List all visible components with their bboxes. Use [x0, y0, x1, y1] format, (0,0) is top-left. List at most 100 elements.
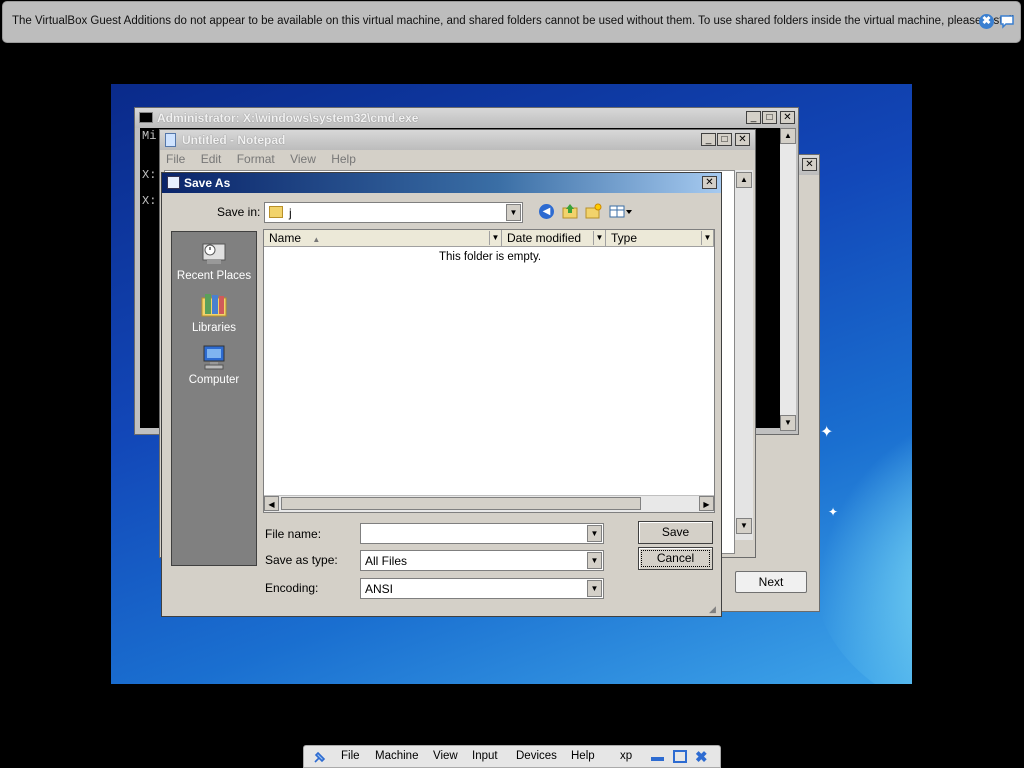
up-folder-icon[interactable]	[562, 203, 578, 219]
scroll-left-icon[interactable]: ◀	[264, 496, 279, 511]
menu-file[interactable]: File	[166, 152, 185, 166]
save-as-type-label: Save as type:	[265, 553, 338, 567]
chevron-down-icon[interactable]: ▼	[701, 231, 713, 245]
notepad-scrollbar[interactable]: ▲ ▼	[735, 170, 753, 540]
console-line: Mi	[142, 129, 157, 143]
column-header-type[interactable]: Type ▼	[606, 230, 714, 247]
console-line: X:	[142, 168, 157, 182]
setup-close-icon[interactable]: ✕	[802, 158, 817, 171]
menu-view[interactable]: View	[290, 152, 316, 166]
vbox-menu-view[interactable]: View	[433, 750, 458, 762]
scroll-down-icon[interactable]: ▼	[736, 518, 752, 534]
notification-text: The VirtualBox Guest Additions do not ap…	[12, 15, 1014, 27]
vbox-menu-machine[interactable]: Machine	[375, 750, 418, 762]
notepad-titlebar: Untitled - Notepad _ □ ✕	[160, 130, 755, 150]
column-header-date-modified[interactable]: Date modified ▼	[502, 230, 606, 247]
notification-message-icon[interactable]	[999, 14, 1015, 29]
scroll-thumb[interactable]	[281, 497, 641, 510]
save-as-dialog: Save As ✕ Save in: j ▼ ◀ Recent Places L…	[161, 172, 722, 617]
console-line: X:	[142, 194, 157, 208]
column-date-label: Date modified	[507, 231, 582, 245]
scroll-up-icon[interactable]: ▲	[736, 172, 752, 188]
notification-close-icon[interactable]: ✖	[979, 14, 994, 29]
new-folder-icon[interactable]	[585, 203, 602, 219]
recent-places-label: Recent Places	[176, 270, 252, 282]
column-name-label: Name	[269, 231, 302, 245]
place-computer[interactable]: Computer	[172, 342, 256, 386]
save-as-title: Save As	[184, 176, 231, 190]
folder-icon	[269, 206, 283, 218]
libraries-icon	[201, 294, 227, 317]
cmd-close-icon[interactable]: ✕	[780, 111, 795, 124]
notepad-minimize-icon[interactable]: _	[701, 133, 716, 146]
save-as-titlebar: Save As ✕	[162, 173, 721, 193]
wallpaper-glow	[811, 414, 912, 684]
resize-grip-icon[interactable]: ◢	[709, 604, 719, 614]
save-as-close-icon[interactable]: ✕	[702, 176, 717, 189]
guest-additions-notification: The VirtualBox Guest Additions do not ap…	[2, 1, 1021, 43]
chevron-down-icon[interactable]: ▼	[587, 580, 602, 597]
place-recent-places[interactable]: Recent Places	[172, 238, 256, 282]
vbox-menu-help[interactable]: Help	[571, 750, 595, 762]
notepad-maximize-icon[interactable]: □	[717, 133, 732, 146]
save-as-app-icon	[167, 176, 180, 189]
sort-ascending-icon: ▲	[312, 235, 321, 244]
notepad-close-icon[interactable]: ✕	[735, 133, 750, 146]
file-name-label: File name:	[265, 527, 322, 541]
chevron-down-icon[interactable]: ▼	[489, 231, 501, 245]
close-vm-icon[interactable]: ✖	[695, 748, 708, 766]
chevron-down-icon[interactable]: ▼	[587, 525, 602, 542]
save-button[interactable]: Save	[638, 521, 713, 544]
vbox-menu-file[interactable]: File	[341, 750, 360, 762]
libraries-label: Libraries	[191, 322, 237, 334]
scroll-right-icon[interactable]: ▶	[699, 496, 714, 511]
vm-name: xp	[620, 750, 633, 762]
minimize-icon[interactable]	[651, 757, 664, 761]
cmd-minimize-icon[interactable]: _	[746, 111, 761, 124]
save-in-value: j	[289, 206, 292, 220]
file-list-hscrollbar[interactable]: ◀ ▶	[264, 495, 714, 512]
pin-icon[interactable]	[312, 749, 328, 765]
place-libraries[interactable]: Libraries	[172, 290, 256, 334]
cmd-titlebar: Administrator: X:\windows\system32\cmd.e…	[135, 108, 798, 128]
fullscreen-icon[interactable]	[673, 750, 687, 763]
chevron-down-icon[interactable]: ▼	[506, 204, 521, 221]
column-type-label: Type	[611, 231, 638, 245]
next-button[interactable]: Next	[735, 571, 807, 593]
wallpaper-sparkle: ✦	[828, 505, 839, 519]
column-header-name[interactable]: Name ▲ ▼	[264, 230, 502, 247]
chevron-down-icon[interactable]: ▼	[587, 552, 602, 569]
save-in-dropdown[interactable]: j ▼	[264, 202, 523, 223]
cancel-button[interactable]: Cancel	[638, 547, 713, 570]
encoding-value: ANSI	[365, 582, 394, 596]
save-as-type-dropdown[interactable]: All Files ▼	[360, 550, 604, 571]
computer-icon	[203, 345, 225, 370]
save-as-type-value: All Files	[365, 554, 408, 568]
save-in-label: Save in:	[217, 205, 261, 219]
menu-format[interactable]: Format	[237, 152, 275, 166]
vbox-menu-input[interactable]: Input	[472, 750, 498, 762]
chevron-down-icon[interactable]: ▼	[593, 231, 605, 245]
view-menu-icon[interactable]	[609, 204, 633, 219]
menu-edit[interactable]: Edit	[201, 152, 222, 166]
scroll-up-icon[interactable]: ▲	[780, 128, 796, 144]
empty-folder-message: This folder is empty.	[439, 251, 542, 263]
cmd-maximize-icon[interactable]: □	[762, 111, 777, 124]
menu-help[interactable]: Help	[331, 152, 356, 166]
file-name-input[interactable]: ▼	[360, 523, 604, 544]
computer-label: Computer	[188, 374, 240, 386]
cmd-scrollbar[interactable]: ▲ ▼	[780, 128, 796, 431]
file-list[interactable]: Name ▲ ▼ Date modified ▼ Type ▼ This fol…	[263, 229, 715, 513]
wallpaper-sparkle: ✦	[820, 424, 834, 441]
vbox-menu-devices[interactable]: Devices	[516, 750, 557, 762]
recent-places-icon	[202, 243, 226, 264]
cmd-title: Administrator: X:\windows\system32\cmd.e…	[157, 111, 419, 125]
encoding-dropdown[interactable]: ANSI ▼	[360, 578, 604, 599]
virtualbox-toolbar: File Machine View Input Devices Help xp …	[303, 745, 721, 768]
cmd-app-icon	[139, 112, 153, 123]
notepad-menubar: File Edit Format View Help	[164, 152, 744, 170]
scroll-down-icon[interactable]: ▼	[780, 415, 796, 431]
encoding-label: Encoding:	[265, 581, 319, 595]
back-icon[interactable]: ◀	[539, 204, 554, 219]
notepad-title: Untitled - Notepad	[182, 133, 286, 147]
